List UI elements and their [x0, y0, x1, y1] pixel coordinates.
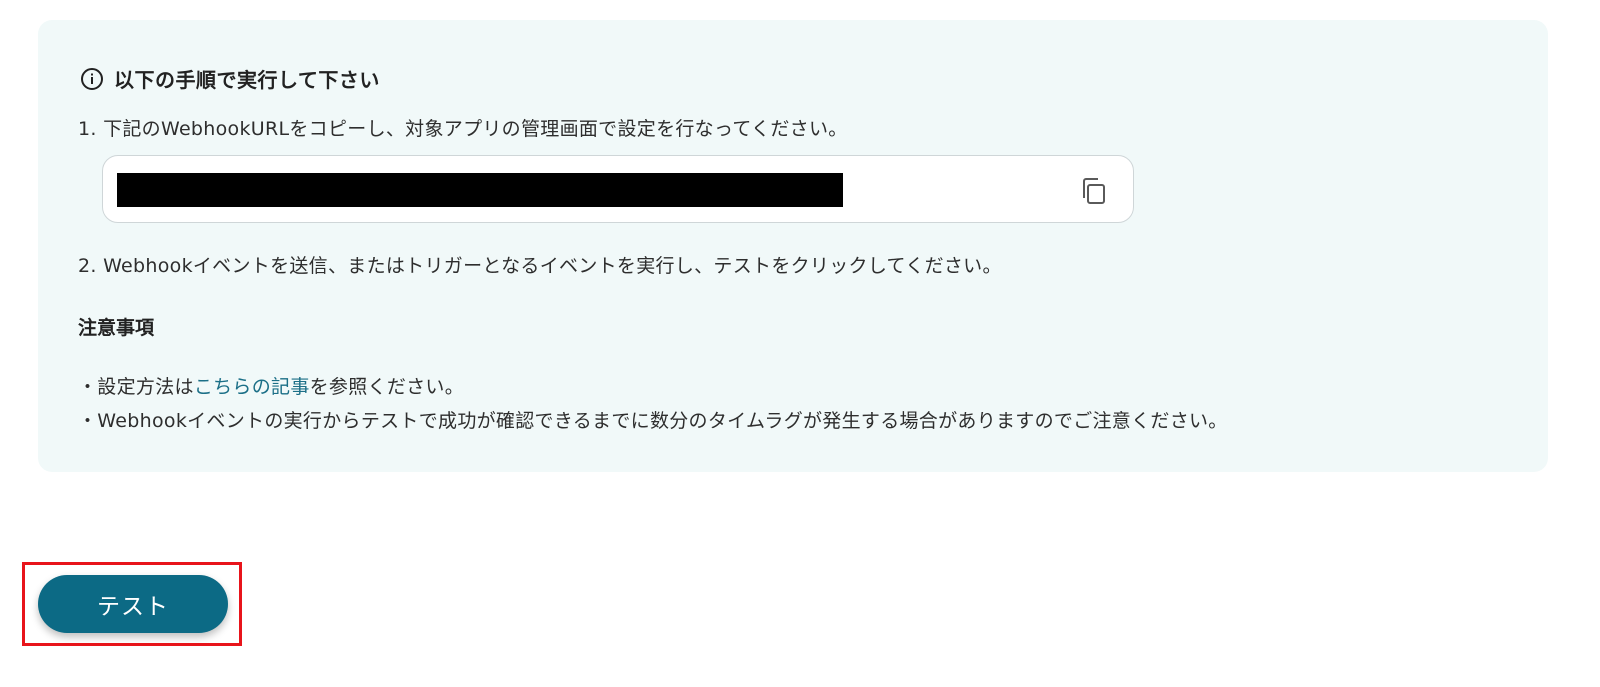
instructions-panel: 以下の手順で実行して下さい 1. 下記のWebhookURLをコピーし、対象アプ… [38, 20, 1548, 472]
info-icon [80, 67, 104, 91]
note-item-1: ・設定方法はこちらの記事を参照ください。 [78, 372, 464, 399]
note-item-2: ・Webhookイベントの実行からテストで成功が確認できるまでに数分のタイムラグ… [78, 410, 1228, 432]
step-1-text: 1. 下記のWebhookURLをコピーし、対象アプリの管理画面で設定を行なって… [78, 118, 848, 140]
test-button[interactable]: テスト [38, 575, 228, 633]
note-item-1-suffix: を参照ください。 [309, 376, 465, 398]
step-2-text: 2. Webhookイベントを送信、またはトリガーとなるイベントを実行し、テスト… [78, 255, 1002, 277]
instructions-heading: 以下の手順で実行して下さい [80, 64, 380, 93]
copy-icon[interactable] [1079, 176, 1109, 206]
webhook-url-value-redacted[interactable]: https://hooks.example.com/webhook/xxxxxx… [117, 173, 843, 207]
article-link[interactable]: こちらの記事 [194, 376, 310, 398]
webhook-url-field[interactable]: https://hooks.example.com/webhook/xxxxxx… [102, 155, 1134, 223]
note-item-1-prefix: ・設定方法は [78, 376, 194, 398]
notes-title: 注意事項 [78, 317, 155, 339]
instructions-heading-text: 以下の手順で実行して下さい [114, 68, 380, 92]
